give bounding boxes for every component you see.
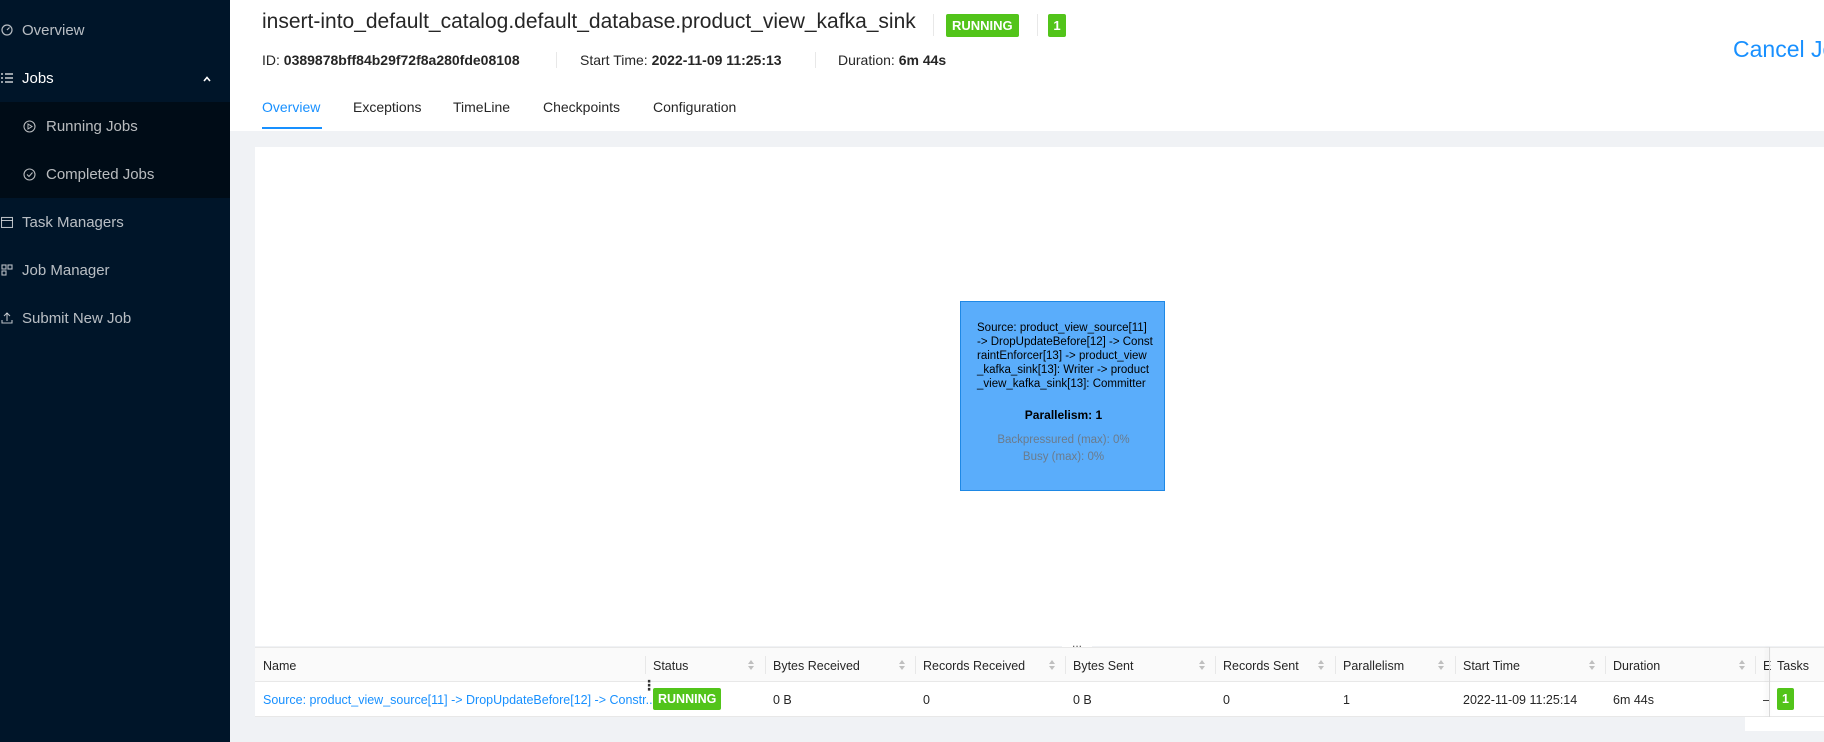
column-separator [645, 656, 646, 674]
column-menu-icon[interactable]: ⋮ [642, 678, 656, 692]
sidebar-item-label: Completed Jobs [46, 165, 155, 183]
sidebar-item-label: Job Manager [22, 261, 110, 279]
sidebar-item-label: Running Jobs [46, 117, 138, 135]
sort-icon[interactable] [1048, 658, 1056, 672]
column-header-tasks[interactable]: Tasks [1777, 659, 1809, 673]
sidebar-item-label: Task Managers [22, 213, 124, 231]
status-badge: RUNNING [946, 14, 1019, 37]
sort-icon[interactable] [1588, 658, 1596, 672]
content-footer [255, 717, 1824, 742]
tasks-badge: 1 [1777, 688, 1794, 710]
node-description: Source: product_view_source[11] -> DropU… [977, 322, 1153, 390]
sidebar-item-overview[interactable]: Overview [0, 6, 230, 54]
job-id: ID: 0389878bff84b29f72f8a280fde08108 [262, 52, 520, 68]
sidebar-item-jobs[interactable]: Jobs [0, 54, 230, 102]
column-separator [1335, 656, 1336, 674]
column-separator [1755, 656, 1756, 674]
records-received-cell: 0 [923, 693, 930, 707]
column-separator [915, 656, 916, 674]
job-start-time: Start Time: 2022-11-09 11:25:13 [580, 52, 782, 68]
job-graph-node[interactable]: Source: product_view_source[11] -> DropU… [960, 301, 1165, 491]
tab-overview[interactable]: Overview [262, 99, 320, 115]
job-id-label: ID: [262, 52, 280, 68]
column-separator [1455, 656, 1456, 674]
records-sent-cell: 0 [1223, 693, 1230, 707]
column-header-parallelism[interactable]: Parallelism [1343, 659, 1404, 673]
divider [933, 14, 934, 36]
tab-timeline[interactable]: TimeLine [453, 99, 510, 115]
fixed-column-footer [1745, 717, 1824, 731]
sidebar-menu: Overview Jobs Running Jobs Completed Job… [0, 0, 230, 742]
play-circle-icon [22, 119, 36, 133]
sidebar-item-task-managers[interactable]: Task Managers [0, 198, 230, 246]
column-header-bytes-received[interactable]: Bytes Received [773, 659, 860, 673]
upload-icon [0, 311, 14, 325]
sort-icon[interactable] [1317, 658, 1325, 672]
bytes-received-cell: 0 B [773, 693, 792, 707]
column-header-bytes-sent[interactable]: Bytes Sent [1073, 659, 1133, 673]
column-header-name[interactable]: Name [263, 659, 296, 673]
column-header-start-time[interactable]: Start Time [1463, 659, 1520, 673]
tab-exceptions[interactable]: Exceptions [353, 99, 421, 115]
duration-label: Duration: [838, 52, 895, 68]
sort-icon[interactable] [898, 658, 906, 672]
table-header: Name Status Bytes Received Records Recei… [255, 647, 1824, 682]
sidebar-item-label: Jobs [22, 69, 54, 87]
cluster-icon [0, 263, 14, 277]
sidebar-item-submit-new-job[interactable]: Submit New Job [0, 294, 230, 342]
divider [815, 52, 816, 68]
duration-value: 6m 44s [898, 52, 947, 68]
sidebar-item-completed-jobs[interactable]: Completed Jobs [0, 150, 230, 198]
sidebar-item-job-manager[interactable]: Job Manager [0, 246, 230, 294]
job-duration: Duration: 6m 44s [838, 52, 946, 68]
column-header-end-time[interactable]: E [1763, 659, 1771, 673]
status-badge: RUNNING [653, 688, 722, 710]
job-id-value: 0389878bff84b29f72f8a280fde08108 [283, 52, 520, 68]
node-parallelism: Parallelism: 1 [1024, 408, 1103, 422]
dashboard-icon [0, 23, 14, 37]
check-circle-icon [22, 167, 36, 181]
vertex-table: Name Status Bytes Received Records Recei… [255, 647, 1824, 717]
list-icon [0, 71, 14, 85]
column-header-records-received[interactable]: Records Received [923, 659, 1025, 673]
table-row[interactable]: Source: product_view_source[11] -> DropU… [255, 682, 1824, 717]
column-separator [1065, 656, 1066, 674]
schedule-icon [0, 215, 14, 229]
bytes-sent-cell: 0 B [1073, 693, 1092, 707]
start-time-cell: 2022-11-09 11:25:14 [1463, 693, 1578, 707]
chevron-up-icon [202, 71, 212, 88]
tab-checkpoints[interactable]: Checkpoints [543, 99, 620, 115]
column-separator [1215, 656, 1216, 674]
sort-icon[interactable] [1437, 658, 1445, 672]
cancel-job-button[interactable]: Cancel Jo [1733, 36, 1824, 63]
duration-cell: 6m 44s [1613, 693, 1654, 707]
column-header-records-sent[interactable]: Records Sent [1223, 659, 1299, 673]
divider [556, 52, 557, 68]
divider [1037, 14, 1038, 36]
vertex-name-link[interactable]: Source: product_view_source[11] -> DropU… [263, 693, 656, 707]
node-backpressured: Backpressured (max): 0% [997, 434, 1130, 446]
parallelism-cell: 1 [1343, 693, 1350, 707]
fixed-column-shadow [1769, 647, 1770, 717]
sidebar-item-running-jobs[interactable]: Running Jobs [0, 102, 230, 150]
column-separator [1605, 656, 1606, 674]
sort-icon[interactable] [747, 658, 755, 672]
sort-icon[interactable] [1198, 658, 1206, 672]
start-time-label: Start Time: [580, 52, 648, 68]
page-title: insert-into_default_catalog.default_data… [262, 10, 916, 33]
column-separator [765, 656, 766, 674]
task-count-badge: 1 [1048, 14, 1066, 37]
tab-configuration[interactable]: Configuration [653, 99, 736, 115]
start-time-value: 2022-11-09 11:25:13 [651, 52, 782, 68]
sidebar-item-label: Overview [22, 21, 85, 39]
column-header-status[interactable]: Status [653, 659, 688, 673]
node-busy: Busy (max): 0% [1022, 451, 1105, 463]
column-header-duration[interactable]: Duration [1613, 659, 1660, 673]
sort-icon[interactable] [1738, 658, 1746, 672]
sidebar-item-label: Submit New Job [22, 309, 132, 327]
active-tab-indicator [262, 127, 322, 129]
